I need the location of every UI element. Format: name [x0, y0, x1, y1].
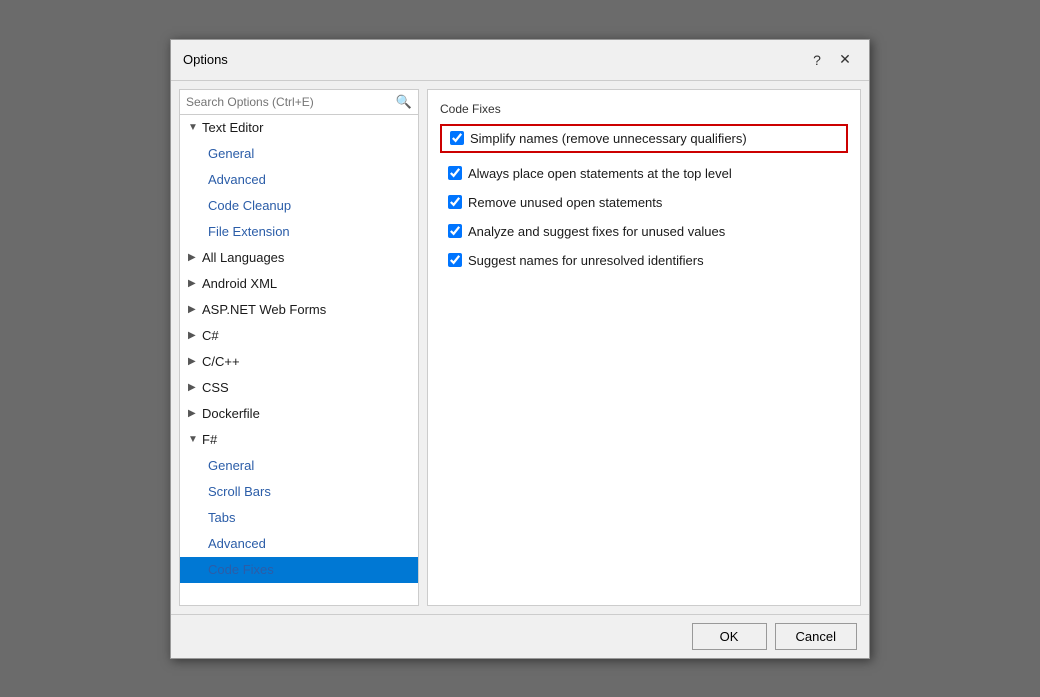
- expand-arrow: ▶: [188, 377, 198, 399]
- checkbox-label-analyze-suggest: Analyze and suggest fixes for unused val…: [468, 224, 725, 239]
- checkbox-label-suggest-names: Suggest names for unresolved identifiers: [468, 253, 704, 268]
- section-label: Code Fixes: [440, 102, 848, 116]
- checkbox-row-remove-unused: Remove unused open statements: [440, 190, 848, 215]
- checkbox-label-simplify-names: Simplify names (remove unnecessary quali…: [470, 131, 747, 146]
- tree-item-text-editor[interactable]: ▼ Text Editor: [180, 115, 418, 141]
- tree-item-general[interactable]: General: [180, 141, 418, 167]
- checkbox-row-analyze-suggest: Analyze and suggest fixes for unused val…: [440, 219, 848, 244]
- help-button[interactable]: ?: [805, 48, 829, 72]
- tree-label: ASP.NET Web Forms: [202, 299, 326, 321]
- checkbox-label-remove-unused: Remove unused open statements: [468, 195, 662, 210]
- checkbox-remove-unused[interactable]: [448, 195, 462, 209]
- tree-label: C/C++: [202, 351, 240, 373]
- search-input[interactable]: [186, 95, 392, 109]
- search-box[interactable]: 🔍: [180, 90, 418, 115]
- tree-item-dockerfile[interactable]: ▶ Dockerfile: [180, 401, 418, 427]
- tree-item-css[interactable]: ▶ CSS: [180, 375, 418, 401]
- dialog-title: Options: [183, 52, 228, 67]
- tree-label: Android XML: [202, 273, 277, 295]
- tree-label: CSS: [202, 377, 229, 399]
- expand-arrow: ▼: [188, 429, 198, 451]
- expand-arrow: ▶: [188, 351, 198, 373]
- expand-arrow: ▶: [188, 247, 198, 269]
- tree-item-tabs[interactable]: Tabs: [180, 505, 418, 531]
- tree-item-code-fixes[interactable]: Code Fixes: [180, 557, 418, 583]
- tree-label: Text Editor: [202, 117, 263, 139]
- checkbox-row-simplify-names: Simplify names (remove unnecessary quali…: [440, 124, 848, 153]
- tree-item-file-extension[interactable]: File Extension: [180, 219, 418, 245]
- expand-arrow: ▶: [188, 299, 198, 321]
- tree-item-scroll-bars[interactable]: Scroll Bars: [180, 479, 418, 505]
- tree-item-android-xml[interactable]: ▶ Android XML: [180, 271, 418, 297]
- expand-arrow: ▶: [188, 273, 198, 295]
- tree-item-code-cleanup[interactable]: Code Cleanup: [180, 193, 418, 219]
- tree-label: F#: [202, 429, 217, 451]
- tree-label: Dockerfile: [202, 403, 260, 425]
- options-dialog: Options ? ✕ 🔍 ▼ Text Editor General Adva…: [170, 39, 870, 659]
- right-panel: Code Fixes Simplify names (remove unnece…: [427, 89, 861, 606]
- cancel-button[interactable]: Cancel: [775, 623, 857, 650]
- tree-container: ▼ Text Editor General Advanced Code Clea…: [180, 115, 418, 605]
- checkbox-analyze-suggest[interactable]: [448, 224, 462, 238]
- checkbox-row-always-place: Always place open statements at the top …: [440, 161, 848, 186]
- tree-item-advanced[interactable]: Advanced: [180, 531, 418, 557]
- tree-label: All Languages: [202, 247, 284, 269]
- checkbox-row-suggest-names: Suggest names for unresolved identifiers: [440, 248, 848, 273]
- expand-arrow: ▶: [188, 325, 198, 347]
- checkbox-suggest-names[interactable]: [448, 253, 462, 267]
- tree-item-csharp[interactable]: ▶ C#: [180, 323, 418, 349]
- dialog-footer: OK Cancel: [171, 614, 869, 658]
- tree-item-fsharp[interactable]: ▼ F#: [180, 427, 418, 453]
- search-icon: 🔍: [396, 94, 412, 110]
- checkbox-simplify-names[interactable]: [450, 131, 464, 145]
- tree-label: C#: [202, 325, 219, 347]
- close-button[interactable]: ✕: [833, 48, 857, 72]
- expand-arrow: ▼: [188, 117, 198, 139]
- tree-item-aspnet[interactable]: ▶ ASP.NET Web Forms: [180, 297, 418, 323]
- tree-item-cpp[interactable]: ▶ C/C++: [180, 349, 418, 375]
- tree-item-fsharp-general[interactable]: General: [180, 453, 418, 479]
- left-panel: 🔍 ▼ Text Editor General Advanced Code Cl…: [179, 89, 419, 606]
- checkbox-always-place[interactable]: [448, 166, 462, 180]
- checkbox-label-always-place: Always place open statements at the top …: [468, 166, 732, 181]
- title-bar: Options ? ✕: [171, 40, 869, 81]
- ok-button[interactable]: OK: [692, 623, 767, 650]
- tree-item-advanced-top[interactable]: Advanced: [180, 167, 418, 193]
- dialog-body: 🔍 ▼ Text Editor General Advanced Code Cl…: [171, 81, 869, 614]
- expand-arrow: ▶: [188, 403, 198, 425]
- tree-item-all-languages[interactable]: ▶ All Languages: [180, 245, 418, 271]
